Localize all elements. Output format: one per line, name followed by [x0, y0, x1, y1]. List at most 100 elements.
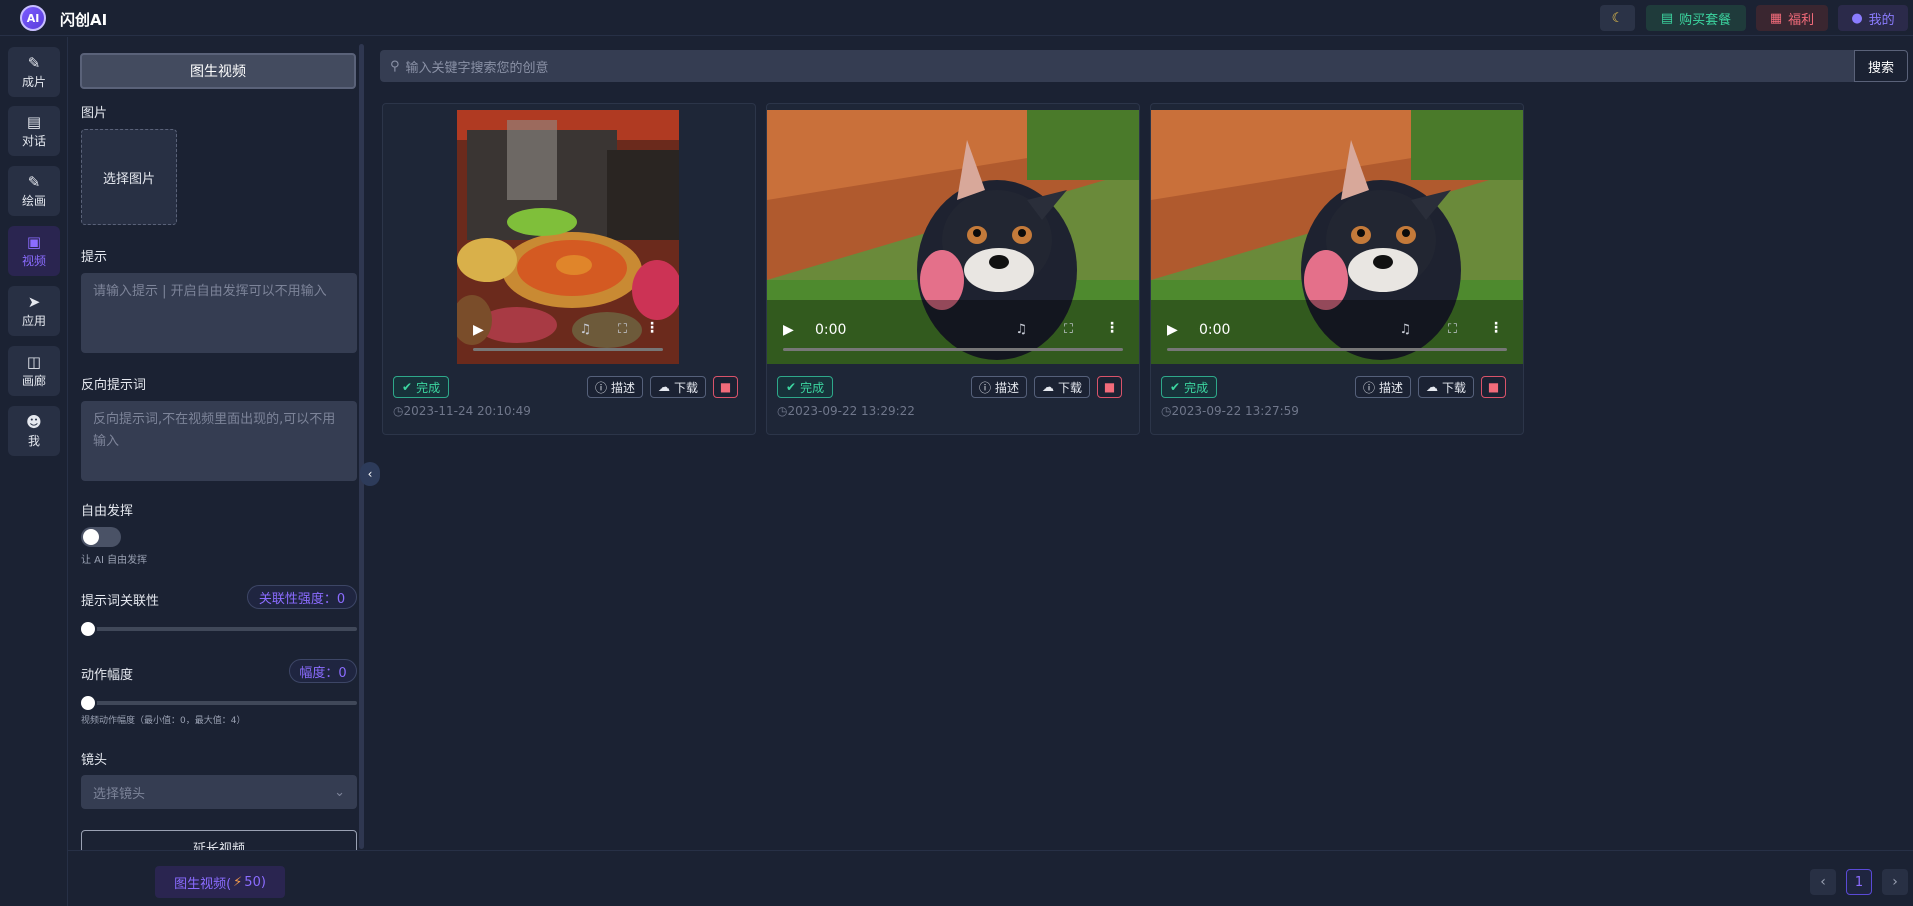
- nav-item-film[interactable]: ✎ 成片: [8, 47, 60, 97]
- nav-label: 我: [27, 433, 40, 448]
- relevance-slider-handle[interactable]: [79, 620, 97, 638]
- collapse-panel-button[interactable]: ‹: [360, 462, 380, 486]
- nav-item-apps[interactable]: ➤ 应用: [8, 286, 60, 336]
- app-title: 闪创AI: [60, 11, 108, 29]
- volume-icon[interactable]: ♫: [579, 322, 591, 337]
- check-icon: ✔: [1170, 380, 1181, 394]
- delete-button[interactable]: ■: [1097, 376, 1122, 398]
- lens-select[interactable]: 选择镜头 ⌄: [81, 775, 357, 809]
- progress-bar[interactable]: [783, 348, 1123, 351]
- nav-label: 对话: [21, 133, 46, 148]
- delete-button[interactable]: ■: [1481, 376, 1506, 398]
- moon-icon: ☾: [1611, 10, 1624, 26]
- relevance-badge: 关联性强度：0: [247, 585, 357, 609]
- motion-note: 视频动作幅度（最小值：0，最大值：4）: [81, 716, 246, 726]
- cloud-download-icon: ☁: [1425, 380, 1438, 394]
- search-button[interactable]: 搜索: [1854, 50, 1908, 82]
- describe-button[interactable]: ⓘ 描述: [971, 376, 1027, 398]
- clock-icon: ◷: [777, 404, 788, 418]
- page-number-button[interactable]: 1: [1846, 869, 1872, 895]
- welfare-button[interactable]: ▦ 福利: [1756, 5, 1828, 31]
- volume-icon[interactable]: ♫: [1399, 322, 1411, 337]
- chevron-left-icon: ‹: [1820, 874, 1826, 890]
- nav-item-gallery[interactable]: ◫ 画廊: [8, 346, 60, 396]
- search-input[interactable]: ⚲ 输入关键字搜索您的创意: [380, 50, 1854, 82]
- timestamp-text: 2023-11-24 20:10:49: [403, 404, 531, 418]
- download-button[interactable]: ☁ 下载: [1418, 376, 1474, 398]
- more-icon[interactable]: ⋮: [645, 320, 659, 336]
- status-badge: ✔ 完成: [1161, 376, 1218, 398]
- status-text: 完成: [1184, 380, 1209, 395]
- more-icon[interactable]: ⋮: [1105, 320, 1119, 336]
- relevance-slider[interactable]: [81, 627, 357, 631]
- user-icon: ●: [1851, 10, 1863, 26]
- nav-item-me[interactable]: ☻ 我: [8, 406, 60, 456]
- my-account-button[interactable]: ● 我的: [1838, 5, 1908, 31]
- play-icon[interactable]: ▶: [473, 322, 484, 338]
- select-image-button[interactable]: 选择图片: [81, 129, 177, 225]
- timestamp: ◷2023-09-22 13:29:22: [777, 404, 915, 418]
- video-controls: ▶ 0:00 ♫ ⛶ ⋮: [1151, 304, 1523, 364]
- timestamp-text: 2023-09-22 13:27:59: [1171, 404, 1299, 418]
- describe-button[interactable]: ⓘ 描述: [1355, 376, 1411, 398]
- video-controls: ▶ ♫ ⛶ ⋮: [457, 304, 679, 364]
- status-text: 完成: [800, 380, 825, 395]
- generate-button[interactable]: 图生视频( ⚡ 50): [155, 866, 285, 898]
- download-button[interactable]: ☁ 下载: [1034, 376, 1090, 398]
- logo-icon[interactable]: AI: [20, 5, 46, 31]
- prev-page-button[interactable]: ‹: [1810, 869, 1836, 895]
- nav-item-chat[interactable]: ▤ 对话: [8, 106, 60, 156]
- video-time: 0:00: [1199, 322, 1231, 338]
- delete-button[interactable]: ■: [713, 376, 738, 398]
- timestamp: ◷2023-11-24 20:10:49: [393, 404, 531, 418]
- motion-slider-handle[interactable]: [79, 694, 97, 712]
- edit-icon: ✎: [27, 53, 41, 72]
- panel-scrollbar[interactable]: [359, 44, 364, 849]
- bottom-bar: [68, 850, 1913, 906]
- dog-video[interactable]: ▶ 0:00 ♫ ⛶ ⋮: [767, 110, 1139, 364]
- fullscreen-icon[interactable]: ⛶: [1448, 322, 1457, 337]
- prompt-input[interactable]: 请输入提示 | 开启自由发挥可以不用输入: [81, 273, 357, 353]
- motion-badge: 幅度：0: [289, 659, 357, 683]
- negative-prompt-input[interactable]: 反向提示词,不在视频里面出现的,可以不用输入: [81, 401, 357, 481]
- chevron-left-icon: ‹: [367, 467, 373, 481]
- play-icon[interactable]: ▶: [1167, 322, 1178, 338]
- extend-video-button[interactable]: 延长视频: [81, 830, 357, 850]
- dog-video[interactable]: ▶ 0:00 ♫ ⛶ ⋮: [1151, 110, 1523, 364]
- more-icon[interactable]: ⋮: [1489, 320, 1503, 336]
- download-button[interactable]: ☁ 下载: [650, 376, 706, 398]
- theme-toggle-button[interactable]: ☾: [1600, 5, 1635, 31]
- rocket-icon: ➤: [27, 292, 41, 311]
- tab-image-to-video[interactable]: 图生视频: [80, 53, 356, 89]
- negative-prompt-label: 反向提示词: [81, 378, 147, 393]
- buy-label: 购买套餐: [1679, 12, 1732, 28]
- user-icon: ☻: [26, 412, 42, 431]
- timestamp: ◷2023-09-22 13:27:59: [1161, 404, 1299, 418]
- progress-bar[interactable]: [1167, 348, 1507, 351]
- next-page-button[interactable]: ›: [1882, 869, 1908, 895]
- free-mode-toggle[interactable]: [81, 527, 121, 547]
- trash-icon: ■: [1103, 380, 1116, 394]
- wallet-icon: ▤: [1660, 10, 1674, 26]
- nav-item-video[interactable]: ▣ 视频: [8, 226, 60, 276]
- fullscreen-icon[interactable]: ⛶: [618, 322, 627, 337]
- hotpot-image[interactable]: ▶ ♫ ⛶ ⋮: [457, 110, 679, 364]
- nav-item-draw[interactable]: ✎ 绘画: [8, 166, 60, 216]
- describe-label: 描述: [611, 380, 636, 395]
- fullscreen-icon[interactable]: ⛶: [1064, 322, 1073, 337]
- logo-text: AI: [26, 11, 40, 25]
- video-icon: ▣: [26, 232, 42, 251]
- chat-icon: ▤: [26, 112, 42, 131]
- status-badge: ✔ 完成: [777, 376, 834, 398]
- volume-icon[interactable]: ♫: [1015, 322, 1027, 337]
- progress-bar[interactable]: [473, 348, 663, 351]
- nav-label: 应用: [21, 313, 46, 328]
- lightning-icon: ⚡: [233, 874, 243, 890]
- generate-label: 图生视频(: [174, 876, 232, 892]
- video-time: 0:00: [815, 322, 847, 338]
- buy-package-button[interactable]: ▤ 购买套餐: [1646, 5, 1746, 31]
- describe-button[interactable]: ⓘ 描述: [587, 376, 643, 398]
- play-icon[interactable]: ▶: [783, 322, 794, 338]
- download-label: 下载: [673, 380, 698, 395]
- motion-slider[interactable]: [81, 701, 357, 705]
